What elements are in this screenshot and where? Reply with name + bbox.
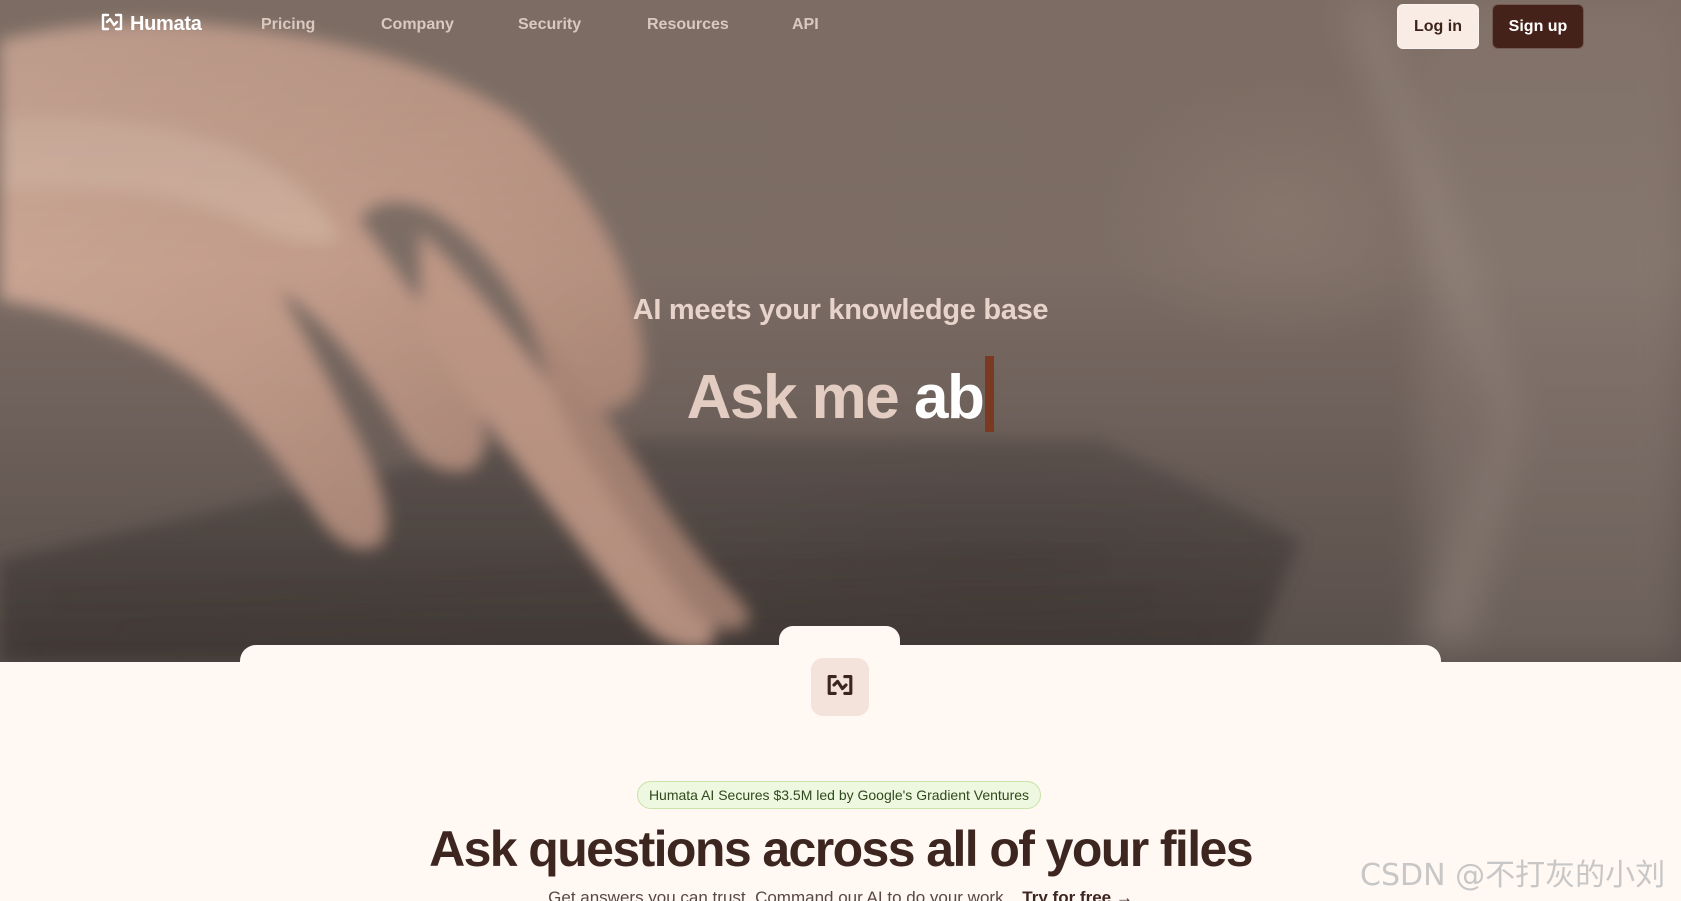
section-description-text: Get answers you can trust. Command our A…: [548, 888, 1009, 901]
humata-logo-icon: [100, 12, 124, 37]
brand-logo[interactable]: Humata: [100, 10, 202, 38]
signup-button[interactable]: Sign up: [1492, 4, 1584, 49]
humata-logo-icon: [825, 673, 855, 702]
hero-subtitle: AI meets your knowledge base: [632, 294, 1049, 326]
hero-section: AI meets your knowledge base Ask me ab: [0, 0, 1681, 662]
typing-caret: [985, 356, 995, 432]
hero-headline: Ask me ab: [0, 356, 1681, 434]
hero-headline-typed: ab: [913, 363, 985, 432]
try-for-free-link[interactable]: Try for free →: [1022, 888, 1133, 901]
announcement-badge[interactable]: Humata AI Secures $3.5M led by Google's …: [637, 781, 1041, 809]
watermark: CSDN @不打灰的小刘: [1360, 858, 1666, 893]
page: AI meets your knowledge base Ask me ab H…: [0, 0, 1681, 901]
login-button[interactable]: Log in: [1397, 4, 1479, 49]
nav-link-api[interactable]: API: [792, 16, 819, 34]
nav-link-pricing[interactable]: Pricing: [261, 16, 315, 34]
nav-link-company[interactable]: Company: [381, 16, 454, 34]
brand-mark-badge: [811, 658, 869, 716]
top-navigation: Humata Pricing Company Security Resource…: [0, 0, 1681, 52]
nav-link-security[interactable]: Security: [518, 16, 581, 34]
hero-overlay: [0, 0, 1681, 662]
nav-link-resources[interactable]: Resources: [647, 16, 729, 34]
brand-name: Humata: [130, 12, 202, 35]
hero-headline-static: Ask me: [686, 363, 914, 432]
